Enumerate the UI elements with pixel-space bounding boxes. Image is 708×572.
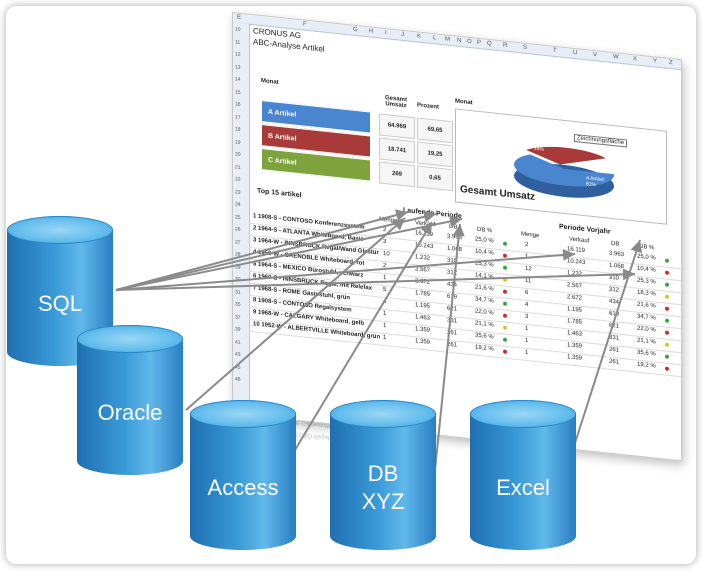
database-label: SQL xyxy=(37,291,83,316)
database-label: Excel xyxy=(496,475,550,500)
data-flow-arrow xyxy=(115,268,636,291)
database-label: Access xyxy=(207,475,279,500)
cylinder-top xyxy=(190,400,296,428)
data-flow-arrow xyxy=(115,215,463,291)
database-cylinder: Oracle xyxy=(77,325,183,475)
diagram-canvas: 1 1908-S - CONTOSO Konferenzsystem2 1964… xyxy=(0,0,708,572)
cylinder-top xyxy=(470,400,576,428)
database-cylinder: Access xyxy=(190,400,296,550)
data-flow-arrow xyxy=(115,210,437,291)
data-flow-arrow xyxy=(433,223,465,481)
database-label: DB xyxy=(367,461,399,486)
database-label: Oracle xyxy=(97,400,163,425)
cylinder-top xyxy=(77,325,183,353)
database-label: XYZ xyxy=(361,489,405,514)
data-flow-arrow xyxy=(567,239,643,466)
cylinder-top xyxy=(330,400,436,428)
database-cylinder: Excel xyxy=(470,400,576,550)
database-cylinder: DB XYZ xyxy=(330,400,436,550)
cylinder-top xyxy=(7,216,113,244)
